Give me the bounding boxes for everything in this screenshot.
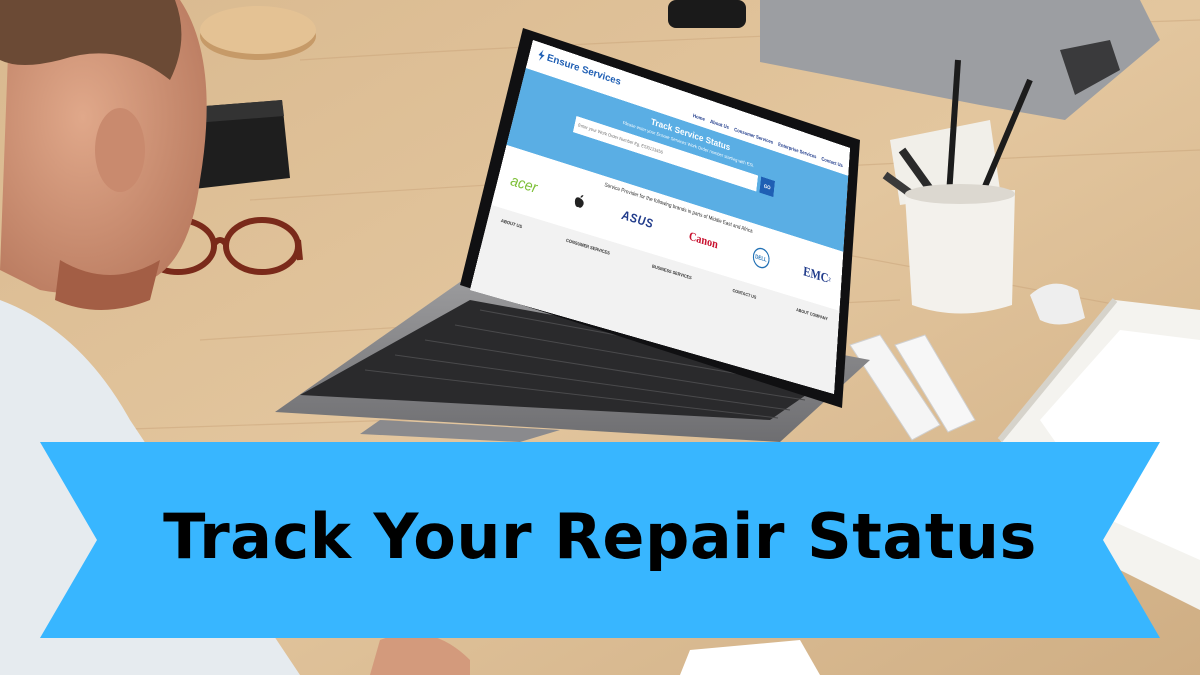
nav-contact[interactable]: Contact Us [821,156,843,168]
footer-contact-us[interactable]: CONTACT US [732,288,756,300]
footer-about-company[interactable]: ABOUT COMPANY [796,308,828,322]
nav-about[interactable]: About Us [710,119,730,131]
wooden-coaster [200,6,316,60]
footer-consumer-services[interactable]: CONSUMER SERVICES [565,238,610,256]
banner-title: Track Your Repair Status [90,486,1110,586]
canon-logo: Canon [687,224,719,257]
go-button[interactable]: GO [759,177,774,197]
nav-home[interactable]: Home [693,113,706,122]
bolt-logo-icon [537,48,547,62]
emc-logo-text: EMC [803,264,829,287]
apple-logo-icon [572,188,588,215]
footer-about-us[interactable]: ABOUT US [500,218,522,229]
emc-logo: EMC 2 [802,259,831,291]
dell-logo: DELL [752,245,771,270]
footer-business-services[interactable]: BUSINESS SERVICES [652,264,692,281]
acer-logo: acer [508,168,540,200]
apple-icon [573,193,587,211]
black-cup-icon [668,0,746,28]
asus-logo: ASUS [620,203,655,237]
